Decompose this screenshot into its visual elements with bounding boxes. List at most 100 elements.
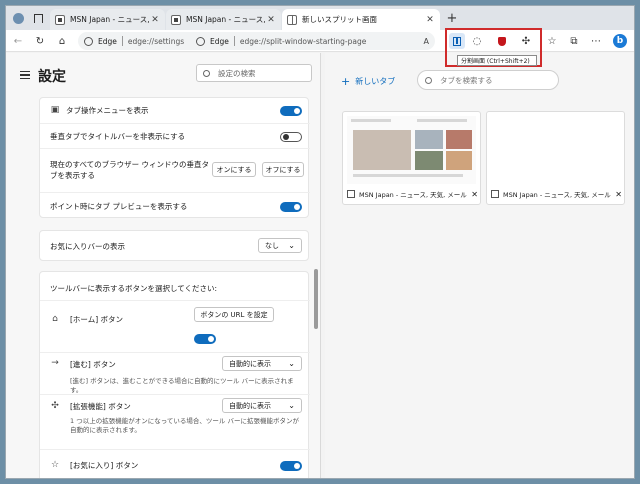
toggle-switch[interactable] <box>280 132 302 142</box>
browser-window: MSN Japan - ニュース, 天気, メール ✕ MSN Japan - … <box>5 5 635 479</box>
option-label: 現在のすべてのブラウザー ウィンドウの垂直タブを表示する <box>50 160 210 180</box>
thumbnail-title: MSN Japan - ニュース, 天気, メール (... <box>359 191 468 199</box>
option-row: ☆ [お気に入り] ボタン <box>40 449 310 478</box>
more-menu-icon[interactable]: ⋯ <box>588 33 604 49</box>
option-label: [拡張機能] ボタン <box>70 402 131 411</box>
toolbar-buttons-card: ツールバーに表示するボタンを選択してください: ⌂ [ホーム] ボタン ボタンの… <box>39 271 310 478</box>
read-aloud-icon[interactable]: A <box>424 37 429 46</box>
tab-thumbnail[interactable]: MSN Japan - ニュース, 天気, メール (... ✕ <box>342 111 481 205</box>
tab-split-screen[interactable]: 新しいスプリット画面 ✕ <box>282 9 440 30</box>
extension-icon[interactable]: ◌ <box>469 33 485 49</box>
option-row: ✣ [拡張機能] ボタン 自動的に表示 ⌄ 1 つ以上の拡張機能がオンになってい… <box>40 394 310 449</box>
turn-on-button[interactable]: オンにする <box>212 162 256 177</box>
preview-image <box>415 151 443 170</box>
page-preview <box>491 116 620 184</box>
chevron-down-icon: ⌄ <box>288 241 295 250</box>
page-preview <box>347 116 476 184</box>
edge-icon <box>196 36 205 46</box>
turn-off-button[interactable]: オフにする <box>262 162 304 177</box>
favorites-bar-select[interactable]: なし ⌄ <box>258 238 302 253</box>
new-tab-link[interactable]: + 新しいタブ <box>341 75 395 88</box>
settings-search-input[interactable]: 設定の検索 <box>196 64 312 82</box>
select-value: 自動的に表示 <box>229 359 271 368</box>
preview-image <box>353 130 411 170</box>
preview-bar <box>351 119 391 122</box>
address-bar-right[interactable]: Edge edge://split-window-starting-page A <box>190 32 435 50</box>
shield-extension-button[interactable] <box>494 33 510 49</box>
close-icon[interactable]: ✕ <box>150 15 160 25</box>
split-screen-button[interactable] <box>449 33 465 49</box>
settings-pane: 設定 設定の検索 ▣ タブ操作メニューを表示 垂直タブでタイトルバーを非表示にす… <box>6 53 321 478</box>
preview-image <box>446 151 472 170</box>
msn-favicon-icon <box>347 190 355 198</box>
msn-favicon-icon <box>171 14 181 25</box>
tab-msn-2[interactable]: MSN Japan - ニュース, 天気, メール ✕ <box>166 9 281 30</box>
option-row: 現在のすべてのブラウザー ウィンドウの垂直タブを表示する オンにする オフにする <box>40 148 310 192</box>
settings-scrollbar[interactable] <box>314 269 318 329</box>
select-value: 自動的に表示 <box>229 401 271 410</box>
preview-bar <box>353 174 463 177</box>
copilot-icon: b <box>613 34 627 48</box>
favorites-bar-card: お気に入りバーの表示 なし ⌄ <box>39 230 309 261</box>
profile-icon[interactable] <box>10 10 26 26</box>
address-toolbar: ← ↻ ⌂ Edge edge://settings Edge edge://s… <box>6 30 634 52</box>
search-placeholder: タブを検索する <box>440 75 493 85</box>
home-icon: ⌂ <box>52 314 58 324</box>
toggle-switch[interactable] <box>194 334 216 344</box>
tab-msn-1[interactable]: MSN Japan - ニュース, 天気, メール ✕ <box>50 9 165 30</box>
split-start-pane: + 新しいタブ タブを検索する MSN Japan - ニュース, 天気, メー… <box>325 53 634 478</box>
toggle-switch[interactable] <box>280 202 302 212</box>
edge-icon <box>84 36 93 46</box>
forward-button-select[interactable]: 自動的に表示 ⌄ <box>222 356 302 371</box>
tab-menu-icon: ▣ <box>50 105 60 115</box>
favorites-star-icon[interactable]: ☆ <box>544 33 560 49</box>
option-label: [進む] ボタン <box>70 360 116 369</box>
extensions-button-select[interactable]: 自動的に表示 ⌄ <box>222 398 302 413</box>
split-screen-icon <box>453 36 461 46</box>
option-description: 1 つ以上の拡張機能がオンになっている場合、ツール バーに拡張機能ボタンが自動的… <box>70 417 299 434</box>
search-icon <box>203 69 210 77</box>
close-icon[interactable]: ✕ <box>615 190 622 199</box>
collections-icon[interactable]: ⧉ <box>566 33 582 49</box>
option-label: ポイント時にタブ プレビューを表示する <box>50 202 188 211</box>
search-icon <box>425 76 432 84</box>
preview-bar <box>417 119 467 122</box>
close-icon[interactable]: ✕ <box>471 190 478 199</box>
option-description: [進む] ボタンは、進むことができる場合に自動的にツール バーに表示されます。 <box>70 377 294 394</box>
tab-search-input[interactable]: タブを検索する <box>417 70 559 90</box>
tab-options-card: ▣ タブ操作メニューを表示 垂直タブでタイトルバーを非表示にする 現在のすべての… <box>39 97 310 218</box>
extensions-puzzle-icon: ✣ <box>51 401 59 411</box>
toggle-switch[interactable] <box>280 461 302 471</box>
thumbnail-title: MSN Japan - ニュース, 天気, メール (... <box>503 191 612 199</box>
workspaces-icon[interactable] <box>30 10 46 26</box>
tab-title: MSN Japan - ニュース, 天気, メール <box>186 15 266 24</box>
refresh-icon[interactable]: ↻ <box>32 33 48 49</box>
favorites-star-icon: ☆ <box>50 460 60 470</box>
msn-favicon-icon <box>55 14 65 25</box>
thumbnail-caption: MSN Japan - ニュース, 天気, メール (... ✕ <box>347 188 478 200</box>
option-label: お気に入りバーの表示 <box>50 242 125 251</box>
new-tab-button[interactable]: + <box>444 10 460 26</box>
tab-title: 新しいスプリット画面 <box>302 15 377 24</box>
address-host: Edge <box>98 36 117 46</box>
tab-thumbnail[interactable]: MSN Japan - ニュース, 天気, メール (... ✕ <box>486 111 625 205</box>
option-label: [お気に入り] ボタン <box>70 461 139 470</box>
split-content: 設定 設定の検索 ▣ タブ操作メニューを表示 垂直タブでタイトルバーを非表示にす… <box>6 53 634 478</box>
msn-favicon-icon <box>491 190 499 198</box>
back-arrow-icon[interactable]: ← <box>10 33 26 49</box>
set-button-url-button[interactable]: ボタンの URL を設定 <box>194 307 274 322</box>
copilot-button[interactable]: b <box>612 33 628 49</box>
select-value: なし <box>265 241 279 250</box>
home-icon[interactable]: ⌂ <box>54 33 70 49</box>
option-row: ▣ タブ操作メニューを表示 <box>40 98 310 123</box>
address-separator <box>233 36 235 46</box>
close-icon[interactable]: ✕ <box>266 15 276 25</box>
option-row: ⌂ [ホーム] ボタン ボタンの URL を設定 <box>40 300 310 352</box>
menu-icon[interactable] <box>20 71 30 79</box>
toggle-switch[interactable] <box>280 106 302 116</box>
plus-icon: + <box>341 75 351 88</box>
search-placeholder: 設定の検索 <box>218 68 256 78</box>
extensions-puzzle-icon[interactable]: ✣ <box>518 33 534 49</box>
new-tab-label: 新しいタブ <box>355 77 396 86</box>
close-icon[interactable]: ✕ <box>425 15 435 25</box>
